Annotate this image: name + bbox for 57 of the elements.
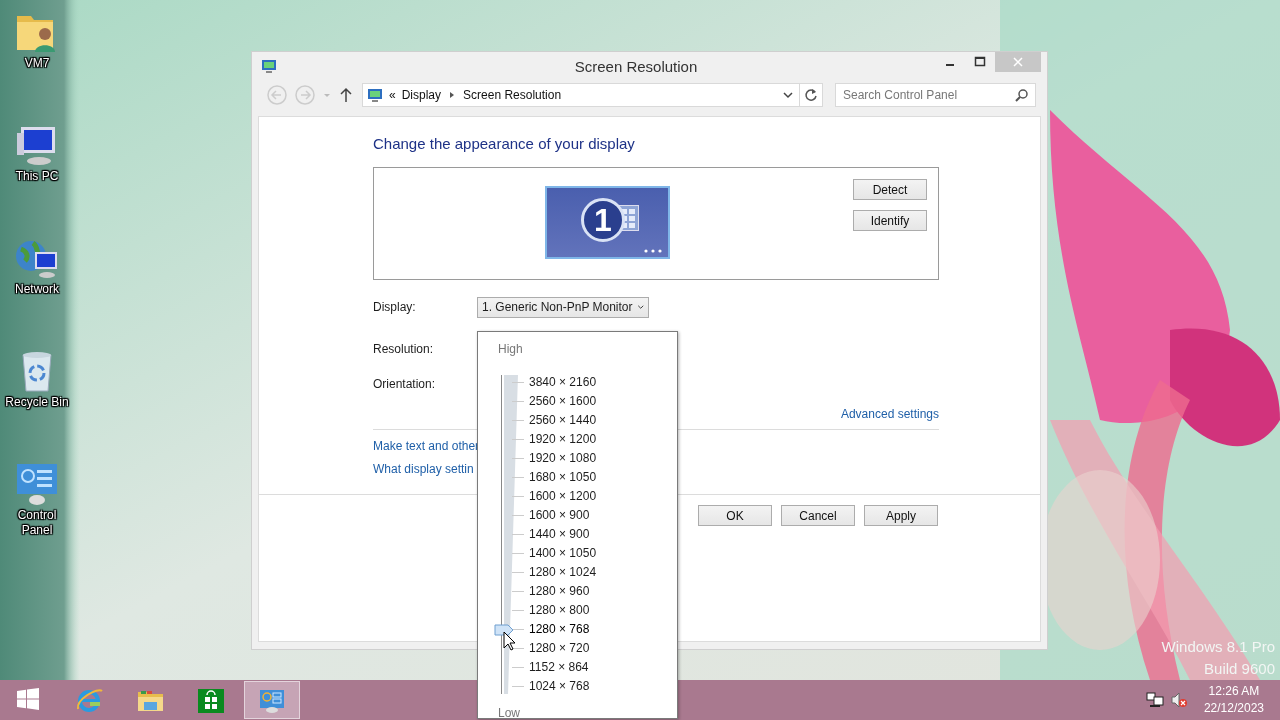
page-heading: Change the appearance of your display — [373, 135, 636, 154]
monitor-number: 1 — [581, 198, 625, 242]
mouse-pointer-icon — [503, 631, 515, 651]
slider-track[interactable] — [498, 373, 526, 696]
push-button[interactable]: Cancel — [781, 505, 855, 526]
overflow-chevron[interactable]: « — [389, 88, 396, 102]
clock-time: 12:26 AM — [1207, 683, 1261, 700]
resolution-option[interactable]: 3840 × 2160 — [529, 373, 597, 392]
resolution-option[interactable]: 1280 × 960 — [529, 582, 597, 601]
resolution-option[interactable]: 2560 × 1440 — [529, 411, 597, 430]
window-title: Screen Resolution — [574, 57, 698, 75]
edition-text: Windows 8.1 Pro — [1161, 637, 1275, 657]
push-button[interactable]: Apply — [864, 505, 938, 526]
resolution-option[interactable]: 1440 × 900 — [529, 525, 597, 544]
muted-speaker-icon[interactable] — [1169, 691, 1188, 709]
display-dropdown[interactable]: 1. Generic Non-PnP Monitor — [477, 296, 649, 318]
dots-icon — [644, 249, 662, 253]
resolution-option[interactable]: 1280 × 768 — [529, 620, 597, 639]
advanced-settings-link[interactable]: Advanced settings — [840, 407, 939, 421]
address-bar[interactable]: « Display Screen Resolution — [362, 83, 800, 107]
resolution-option[interactable]: 1024 × 768 — [529, 677, 597, 696]
resolution-option[interactable]: 1280 × 800 — [529, 601, 597, 620]
search-field[interactable]: Search Control Panel — [835, 83, 1036, 107]
push-button[interactable]: Detect — [853, 179, 927, 200]
breadcrumb[interactable]: Display — [401, 88, 442, 102]
refresh-icon[interactable] — [799, 83, 823, 107]
slider-label: High — [498, 342, 524, 358]
field-label: Orientation: — [373, 376, 437, 391]
edition-text: Build 9600 — [1203, 659, 1275, 679]
resolution-option[interactable]: 1280 × 1024 — [529, 563, 597, 582]
desktop-icon-label[interactable]: This PC — [15, 169, 59, 184]
dropdown-icon — [636, 302, 644, 312]
resolution-option[interactable]: 1680 × 1050 — [529, 468, 597, 487]
push-button[interactable]: Identify — [853, 210, 927, 231]
taskbar-button[interactable] — [244, 681, 300, 719]
push-button[interactable]: OK — [698, 505, 772, 526]
resolution-option[interactable]: 1600 × 1200 — [529, 487, 597, 506]
resolution-option[interactable]: 1920 × 1080 — [529, 449, 597, 468]
resolution-option[interactable]: 1920 × 1200 — [529, 430, 597, 449]
dropdown-value: 1. Generic Non-PnP Monitor — [482, 300, 633, 314]
clock[interactable]: 12:26 AM 22/12/2023 — [1203, 683, 1264, 717]
slider-label: Low — [498, 706, 521, 720]
slider-thumb[interactable] — [494, 624, 514, 636]
monitor-icon — [367, 87, 383, 103]
monitor-icon — [261, 58, 277, 74]
resolution-option[interactable]: 2560 × 1600 — [529, 392, 597, 411]
resolution-option[interactable]: 1280 × 720 — [529, 639, 597, 658]
network-icon[interactable] — [1145, 691, 1164, 709]
resolution-option[interactable]: 1152 × 864 — [529, 658, 597, 677]
field-label: Resolution: — [373, 341, 435, 356]
resolution-option[interactable]: 1400 × 1050 — [529, 544, 597, 563]
field-label: Display: — [373, 300, 417, 314]
search-icon — [1015, 88, 1029, 102]
resolution-option[interactable]: 1600 × 900 — [529, 506, 597, 525]
clock-date: 22/12/2023 — [1203, 700, 1264, 717]
breadcrumb[interactable]: Screen Resolution — [463, 88, 562, 102]
monitor-tile[interactable]: 1 — [545, 186, 670, 259]
